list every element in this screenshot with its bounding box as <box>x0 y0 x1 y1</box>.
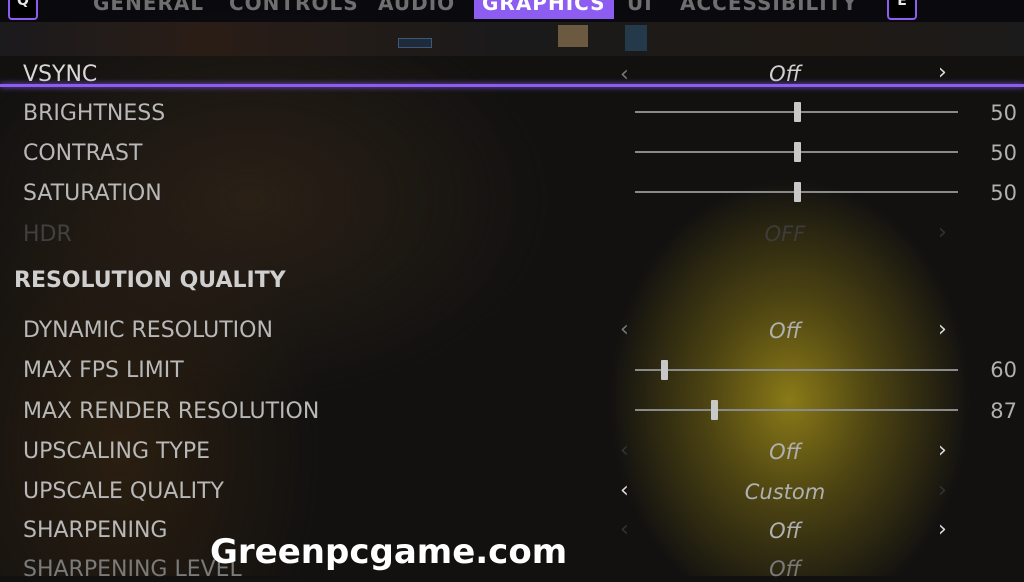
background-window <box>625 25 647 51</box>
background-scene-strip <box>0 22 1024 56</box>
hdr-right-arrow-icon: › <box>938 220 947 245</box>
setting-upscaling-type-value: Off <box>769 440 801 464</box>
setting-upscale-quality-value: Custom <box>744 480 826 504</box>
max-render-resolution-slider-track[interactable] <box>635 409 958 411</box>
tab-controls[interactable]: CONTROLS <box>229 0 359 15</box>
setting-sharpening-label[interactable]: SHARPENING <box>23 518 167 543</box>
setting-brightness-label: BRIGHTNESS <box>23 101 166 126</box>
setting-dynamic-resolution-label[interactable]: DYNAMIC RESOLUTION <box>23 318 273 343</box>
tab-graphics[interactable]: GRAPHICS <box>474 0 614 19</box>
selection-highlight-line <box>0 84 1024 87</box>
dynamic-resolution-right-arrow-icon[interactable]: › <box>938 317 947 342</box>
upscale-quality-right-arrow-icon[interactable]: › <box>938 478 947 503</box>
sharpening-right-arrow-icon[interactable]: › <box>938 517 947 542</box>
upscale-quality-left-arrow-icon[interactable]: ‹ <box>620 478 629 503</box>
tab-general[interactable]: GENERAL <box>93 0 204 15</box>
setting-hdr-value: OFF <box>764 222 806 246</box>
tab-audio[interactable]: AUDIO <box>378 0 455 15</box>
setting-sharpening-value: Off <box>769 519 801 543</box>
max-render-resolution-slider-thumb[interactable] <box>711 400 719 420</box>
contrast-slider-thumb[interactable] <box>793 142 801 162</box>
upscaling-type-left-arrow-icon[interactable]: ‹ <box>620 438 629 463</box>
tab-accessibility[interactable]: ACCESSIBILITY <box>680 0 858 15</box>
setting-dynamic-resolution-value: Off <box>769 319 801 343</box>
max-render-resolution-value: 87 <box>990 399 1017 423</box>
max-fps-slider-track[interactable] <box>635 369 958 371</box>
max-fps-value: 60 <box>990 358 1017 382</box>
max-fps-slider-thumb[interactable] <box>661 360 669 380</box>
setting-hdr-label: HDR <box>23 222 72 247</box>
sharpening-left-arrow-icon[interactable]: ‹ <box>620 517 629 542</box>
vsync-right-arrow-icon[interactable]: › <box>938 60 947 85</box>
setting-sharpening-level-label[interactable]: SHARPENING LEVEL <box>23 557 242 582</box>
background-window <box>558 25 588 47</box>
dynamic-resolution-left-arrow-icon[interactable]: ‹ <box>620 317 629 342</box>
prev-tab-key-label: Q <box>17 0 29 9</box>
prev-tab-key[interactable]: Q <box>8 0 38 20</box>
background-sign <box>398 38 432 48</box>
section-resolution-quality: RESOLUTION QUALITY <box>14 268 286 293</box>
setting-sharpening-level-value: Off <box>769 557 801 581</box>
saturation-slider-thumb[interactable] <box>793 182 801 202</box>
setting-vsync-value: Off <box>769 62 801 86</box>
brightness-slider-thumb[interactable] <box>793 102 801 122</box>
setting-upscaling-type-label[interactable]: UPSCALING TYPE <box>23 439 210 464</box>
setting-max-render-resolution-label: MAX RENDER RESOLUTION <box>23 399 320 424</box>
setting-upscale-quality-label[interactable]: UPSCALE QUALITY <box>23 479 224 504</box>
upscaling-type-right-arrow-icon[interactable]: › <box>938 438 947 463</box>
next-tab-key-label: E <box>897 0 907 9</box>
setting-max-fps-label: MAX FPS LIMIT <box>23 358 184 383</box>
setting-contrast-label: CONTRAST <box>23 141 143 166</box>
setting-saturation-label: SATURATION <box>23 181 162 206</box>
watermark-text: Greenpcgame.com <box>210 532 568 572</box>
next-tab-key[interactable]: E <box>887 0 917 20</box>
contrast-value: 50 <box>990 141 1017 165</box>
tab-bar: Q GENERAL CONTROLS AUDIO GRAPHICS UI ACC… <box>0 0 1024 22</box>
tab-ui[interactable]: UI <box>627 0 653 15</box>
saturation-value: 50 <box>990 181 1017 205</box>
brightness-value: 50 <box>990 101 1017 125</box>
